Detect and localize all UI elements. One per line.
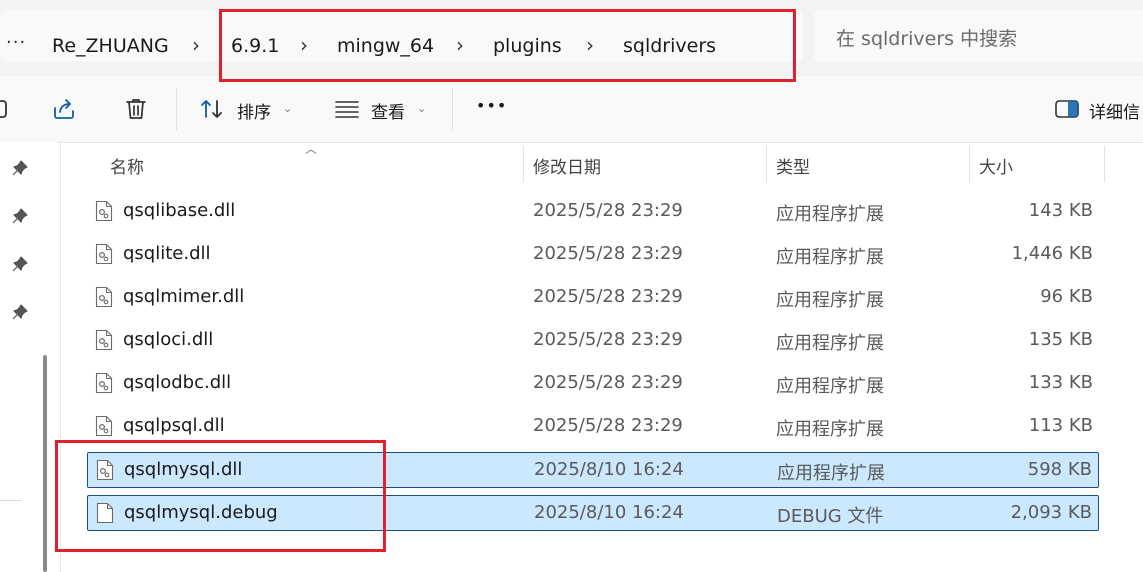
file-type: 应用程序扩展: [776, 419, 884, 440]
nav-scrollbar[interactable]: [43, 355, 47, 572]
file-date: 2025/5/28 23:29: [533, 243, 683, 264]
file-type: 应用程序扩展: [777, 463, 885, 484]
file-row[interactable]: qsqlpsql.dll 2025/5/28 23:29 应用程序扩展 113 KB: [87, 409, 1099, 445]
column-divider[interactable]: [766, 146, 767, 182]
column-header-name[interactable]: 名称: [110, 153, 144, 178]
dll-file-icon: [95, 200, 113, 222]
chevron-right-icon[interactable]: ›: [456, 33, 464, 57]
file-name[interactable]: qsqloci.dll: [123, 329, 213, 350]
file-row[interactable]: qsqlodbc.dll 2025/5/28 23:29 应用程序扩展 133 KB: [87, 366, 1099, 402]
details-pane-icon[interactable]: [1054, 96, 1080, 122]
dll-file-icon: [96, 459, 114, 481]
search-input[interactable]: 在 sqldrivers 中搜索: [814, 10, 1143, 62]
pin-icon[interactable]: [11, 303, 29, 321]
more-dots-icon[interactable]: ···: [6, 32, 26, 53]
chevron-right-icon[interactable]: ›: [586, 33, 594, 57]
file-name[interactable]: qsqlodbc.dll: [123, 372, 231, 393]
file-row[interactable]: qsqloci.dll 2025/5/28 23:29 应用程序扩展 135 KB: [87, 323, 1099, 359]
pane-divider[interactable]: [60, 142, 61, 572]
file-size: 113 KB: [1028, 415, 1093, 436]
breadcrumb-item-plugins[interactable]: plugins: [493, 35, 562, 57]
dll-file-icon: [95, 415, 113, 437]
file-row[interactable]: qsqlmimer.dll 2025/5/28 23:29 应用程序扩展 96 KB: [87, 280, 1099, 316]
file-type: 应用程序扩展: [776, 333, 884, 354]
column-header-type[interactable]: 类型: [776, 153, 810, 178]
view-icon[interactable]: [334, 96, 360, 122]
file-type: 应用程序扩展: [776, 290, 884, 311]
file-name[interactable]: qsqlite.dll: [123, 243, 211, 264]
dll-file-icon: [95, 329, 113, 351]
file-size: 598 KB: [1027, 459, 1092, 480]
file-date: 2025/8/10 16:24: [534, 502, 684, 523]
file-size: 1,446 KB: [1011, 243, 1093, 264]
file-date: 2025/5/28 23:29: [533, 329, 683, 350]
file-type: 应用程序扩展: [776, 376, 884, 397]
column-divider[interactable]: [523, 146, 524, 182]
sort-ascending-icon: ︿: [305, 142, 318, 156]
file-name[interactable]: qsqlmimer.dll: [123, 286, 244, 307]
file-name[interactable]: qsqlpsql.dll: [123, 415, 225, 436]
address-bar-row: ··· Re_ZHUANG › 6.9.1 › mingw_64 › plugi…: [0, 0, 1143, 76]
file-type: 应用程序扩展: [776, 204, 884, 225]
file-date: 2025/5/28 23:29: [533, 372, 683, 393]
file-type: DEBUG 文件: [777, 506, 884, 527]
column-divider[interactable]: [1104, 146, 1105, 182]
share-icon[interactable]: [51, 96, 77, 122]
chevron-down-icon[interactable]: ⌄: [283, 102, 292, 115]
dll-file-icon: [95, 372, 113, 394]
see-more-button[interactable]: •••: [476, 96, 507, 115]
sort-button[interactable]: 排序: [237, 98, 271, 123]
file-size: 96 KB: [1040, 286, 1093, 307]
delete-icon[interactable]: [123, 96, 149, 122]
file-date: 2025/8/10 16:24: [534, 459, 684, 480]
column-divider[interactable]: [969, 146, 970, 182]
file-size: 2,093 KB: [1010, 502, 1092, 523]
file-name[interactable]: qsqlmysql.debug: [124, 502, 278, 523]
toolbar-divider: [452, 88, 453, 130]
file-row[interactable]: qsqlite.dll 2025/5/28 23:29 应用程序扩展 1,446 KB: [87, 237, 1099, 273]
toolbar-divider: [176, 88, 177, 130]
rename-icon[interactable]: [0, 96, 12, 122]
nav-divider: [0, 500, 22, 501]
file-type: 应用程序扩展: [776, 247, 884, 268]
file-size: 143 KB: [1028, 200, 1093, 221]
breadcrumb-item-re-zhuang[interactable]: Re_ZHUANG: [52, 35, 169, 57]
breadcrumb-item-mingw-64[interactable]: mingw_64: [337, 35, 434, 57]
chevron-right-icon[interactable]: ›: [192, 33, 200, 57]
breadcrumb-item-sqldrivers[interactable]: sqldrivers: [623, 35, 716, 57]
file-row[interactable]: qsqlibase.dll 2025/5/28 23:29 应用程序扩展 143 KB: [87, 194, 1099, 230]
breadcrumb-item-6-9-1[interactable]: 6.9.1: [231, 35, 279, 57]
file-size: 135 KB: [1028, 329, 1093, 350]
file-name[interactable]: qsqlibase.dll: [123, 200, 235, 221]
column-header-size[interactable]: 大小: [979, 153, 1013, 178]
dll-file-icon: [95, 286, 113, 308]
sort-icon[interactable]: [199, 96, 225, 122]
details-button[interactable]: 详细信: [1089, 98, 1140, 123]
search-placeholder: 在 sqldrivers 中搜索: [836, 28, 1018, 50]
chevron-right-icon[interactable]: ›: [300, 33, 308, 57]
navigation-pane: [0, 142, 58, 572]
blank-file-icon: [96, 502, 114, 524]
chevron-down-icon[interactable]: ⌄: [417, 102, 426, 115]
pin-icon[interactable]: [11, 159, 29, 177]
pin-icon[interactable]: [11, 207, 29, 225]
file-size: 133 KB: [1028, 372, 1093, 393]
dll-file-icon: [95, 243, 113, 265]
file-date: 2025/5/28 23:29: [533, 286, 683, 307]
view-button[interactable]: 查看: [371, 98, 405, 123]
file-row[interactable]: qsqlmysql.dll 2025/8/10 16:24 应用程序扩展 598 KB: [87, 452, 1099, 488]
breadcrumb[interactable]: ··· Re_ZHUANG › 6.9.1 › mingw_64 › plugi…: [0, 10, 803, 62]
file-date: 2025/5/28 23:29: [533, 200, 683, 221]
pin-icon[interactable]: [11, 255, 29, 273]
file-date: 2025/5/28 23:29: [533, 415, 683, 436]
file-name[interactable]: qsqlmysql.dll: [124, 459, 242, 480]
file-row[interactable]: qsqlmysql.debug 2025/8/10 16:24 DEBUG 文件 2,…: [87, 495, 1099, 531]
column-header-date[interactable]: 修改日期: [533, 153, 601, 178]
command-bar: 排序 ⌄ 查看 ⌄ ••• 详细信: [0, 76, 1143, 143]
